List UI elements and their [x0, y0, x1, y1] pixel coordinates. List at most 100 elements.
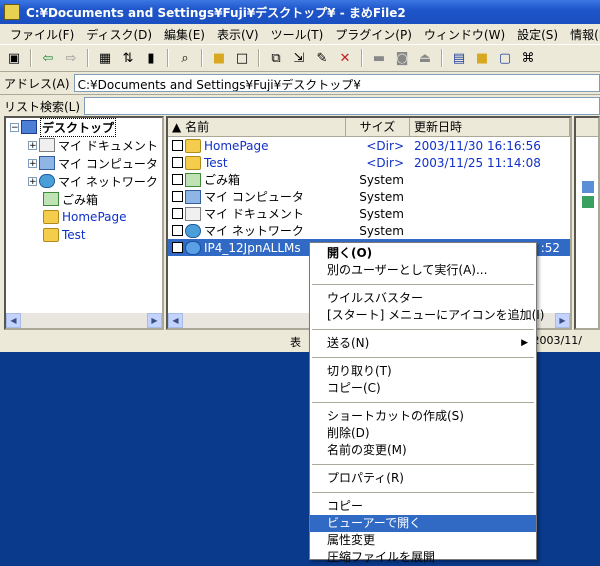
menu-item-cut[interactable]: 切り取り(T) [310, 363, 536, 380]
menu-item-rename[interactable]: 名前の変更(M) [310, 442, 536, 459]
column-name[interactable]: ▲ 名前 [168, 118, 346, 136]
table-row[interactable]: マイ コンピュータ System [168, 188, 570, 205]
checkbox[interactable] [172, 157, 183, 168]
menu-item-open-in-viewer[interactable]: ビューアーで開く [310, 515, 536, 532]
panel-icon[interactable]: ▤ [449, 48, 469, 68]
menu-item-delete[interactable]: 削除(D) [310, 425, 536, 442]
scroll-left-icon[interactable]: ◀ [168, 313, 183, 328]
copy-icon[interactable]: ⧉ [266, 48, 286, 68]
open-icon[interactable]: ▣ [4, 48, 24, 68]
separator [30, 49, 32, 67]
table-row[interactable]: HomePage <Dir> 2003/11/30 16:16:56 [168, 137, 570, 154]
menu-item-mame-copy[interactable]: コピー [310, 498, 536, 515]
my-computer-icon [185, 189, 201, 204]
expand-icon[interactable]: + [28, 140, 37, 150]
menu-info[interactable]: 情報(I) [564, 26, 600, 43]
search-icon[interactable]: ⌕ [175, 48, 195, 68]
file-date: 2003/11/25 11:14:08 [414, 155, 541, 170]
toolbar: ▣ ⇦ ⇨ ▦ ⇅ ▮ ⌕ ■ □ ⧉ ⇲ ✎ ✕ ▬ ◙ ⏏ ▤ ■ ▢ ⌘ [0, 44, 600, 72]
tree-item-desktop[interactable]: − デスクトップ [6, 117, 162, 137]
list-header: ▲ 名前 サイズ 更新日時 [168, 118, 570, 137]
network-icon [582, 196, 594, 208]
new-folder-icon[interactable]: ■ [209, 48, 229, 68]
menu-item-pin-to-start[interactable]: [スタート] メニューにアイコンを追加(I) [310, 307, 544, 324]
tree-hscrollbar[interactable]: ◀ ▶ [6, 313, 162, 328]
tree-item-recycle-bin[interactable]: ごみ箱 [6, 190, 162, 208]
rename-icon[interactable]: ✎ [312, 48, 332, 68]
menu-item-create-shortcut[interactable]: ショートカットの作成(S) [310, 408, 536, 425]
collapse-icon[interactable]: − [10, 122, 19, 132]
table-row[interactable]: マイ ネットワーク System [168, 222, 570, 239]
details-view-icon[interactable]: ▦ [95, 48, 115, 68]
move-icon[interactable]: ⇲ [289, 48, 309, 68]
desktop-icon [21, 120, 37, 134]
menu-item-open[interactable]: 開く(O) [310, 245, 536, 262]
sort-icon[interactable]: ⇅ [118, 48, 138, 68]
menu-item-properties[interactable]: プロパティ(R) [310, 470, 536, 487]
address-label: アドレス(A) [4, 76, 70, 91]
table-row[interactable]: ごみ箱 System [168, 171, 570, 188]
scroll-right-icon[interactable]: ▶ [147, 313, 162, 328]
menu-separator [312, 357, 534, 358]
menu-separator [312, 492, 534, 493]
menu-item-virus-buster[interactable]: ウイルスバスター [310, 290, 536, 307]
scroll-right-icon[interactable]: ▶ [555, 313, 570, 328]
expand-icon[interactable]: + [28, 158, 37, 168]
folder-tree[interactable]: − デスクトップ + マイ ドキュメント + マイ コンピュータ + マイ ネッ… [4, 116, 164, 330]
tree-item-my-documents[interactable]: + マイ ドキュメント [6, 136, 162, 154]
menu-item-change-attributes[interactable]: 属性変更 [310, 532, 536, 549]
file-name: HomePage [204, 138, 269, 153]
menu-settings[interactable]: 設定(S) [511, 26, 564, 43]
menu-view[interactable]: 表示(V) [211, 26, 265, 43]
checkbox[interactable] [172, 242, 183, 253]
menu-item-extract-archive[interactable]: 圧縮ファイルを展開 [310, 549, 536, 566]
recycle-bin-icon [43, 192, 59, 206]
scroll-left-icon[interactable]: ◀ [6, 313, 21, 328]
menu-edit[interactable]: 編集(E) [158, 26, 211, 43]
folder-icon [43, 210, 59, 224]
menu-file[interactable]: ファイル(F) [4, 26, 80, 43]
forward-icon[interactable]: ⇨ [61, 48, 81, 68]
checkbox[interactable] [172, 191, 183, 202]
menu-tools[interactable]: ツール(T) [265, 26, 330, 43]
chart-icon[interactable]: ▮ [141, 48, 161, 68]
address-input[interactable]: C:¥Documents and Settings¥Fuji¥デスクトップ¥ [73, 74, 600, 92]
disk-icon[interactable]: ◙ [392, 48, 412, 68]
menu-item-copy[interactable]: コピー(C) [310, 380, 536, 397]
window-icon[interactable]: ▢ [495, 48, 515, 68]
delete-icon[interactable]: ✕ [335, 48, 355, 68]
folder-icon[interactable]: ■ [472, 48, 492, 68]
right-pane[interactable] [574, 116, 600, 330]
my-computer-icon [39, 156, 55, 170]
menu-item-run-as[interactable]: 別のユーザーとして実行(A)... [310, 262, 536, 279]
eject-icon[interactable]: ⏏ [415, 48, 435, 68]
list-search-input[interactable] [84, 97, 600, 115]
folder-icon [43, 228, 59, 242]
checkbox[interactable] [172, 225, 183, 236]
list-search-bar: リスト検索(L) [0, 94, 600, 117]
table-row[interactable]: マイ ドキュメント System [168, 205, 570, 222]
app-icon [4, 4, 20, 20]
new-file-icon[interactable]: □ [232, 48, 252, 68]
menu-item-send-to[interactable]: 送る(N) ▶ [310, 335, 536, 352]
title-bar[interactable]: C:¥Documents and Settings¥Fuji¥デスクトップ¥ -… [0, 0, 600, 24]
tree-item-my-computer[interactable]: + マイ コンピュータ [6, 154, 162, 172]
expand-icon[interactable]: + [28, 176, 37, 186]
back-icon[interactable]: ⇦ [38, 48, 58, 68]
column-date[interactable]: 更新日時 [410, 118, 570, 136]
tree-item-test[interactable]: Test [6, 226, 162, 244]
drive-icon[interactable]: ▬ [369, 48, 389, 68]
column-size[interactable]: サイズ [346, 118, 410, 136]
tree-item-my-network[interactable]: + マイ ネットワーク [6, 172, 162, 190]
menu-disk[interactable]: ディスク(D) [80, 26, 158, 43]
table-row[interactable]: Test <Dir> 2003/11/25 11:14:08 [168, 154, 570, 171]
menu-window[interactable]: ウィンドウ(W) [418, 26, 511, 43]
checkbox[interactable] [172, 208, 183, 219]
checkbox[interactable] [172, 140, 183, 151]
menu-plugins[interactable]: プラグイン(P) [329, 26, 418, 43]
tree-item-label: HomePage [62, 210, 127, 224]
help-icon[interactable]: ⌘ [518, 48, 538, 68]
tree-item-homepage[interactable]: HomePage [6, 208, 162, 226]
file-size: <Dir> [366, 155, 404, 170]
checkbox[interactable] [172, 174, 183, 185]
